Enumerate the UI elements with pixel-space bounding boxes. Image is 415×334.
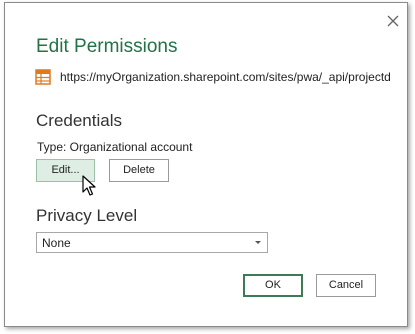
cancel-button[interactable]: Cancel — [316, 274, 376, 297]
table-icon — [35, 69, 51, 85]
dialog-title: Edit Permissions — [36, 36, 178, 57]
data-source-url: https://myOrganization.sharepoint.com/si… — [60, 70, 391, 84]
close-button[interactable] — [384, 12, 402, 30]
credentials-heading: Credentials — [36, 111, 122, 130]
chevron-down-icon — [255, 241, 261, 244]
ok-button[interactable]: OK — [243, 274, 303, 297]
edit-permissions-dialog: Edit Permissions https://myOrganization.… — [4, 2, 408, 327]
credential-type-label: Type: Organizational account — [37, 140, 193, 154]
mouse-pointer-icon — [82, 175, 96, 196]
close-icon — [387, 15, 399, 27]
privacy-level-heading: Privacy Level — [36, 206, 138, 225]
delete-button[interactable]: Delete — [109, 159, 169, 182]
privacy-level-value: None — [42, 236, 71, 250]
data-source-url-row: https://myOrganization.sharepoint.com/si… — [35, 67, 405, 87]
privacy-level-dropdown[interactable]: None — [36, 232, 268, 253]
